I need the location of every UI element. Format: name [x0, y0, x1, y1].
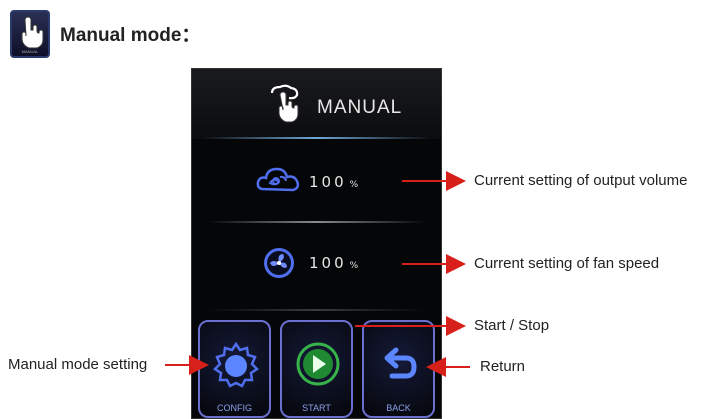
callout-output-volume: Current setting of output volume [474, 172, 688, 189]
callout-start-stop: Start / Stop [474, 317, 550, 334]
callout-fan-speed: Current setting of fan speed [474, 255, 660, 272]
callout-manual-setting: Manual mode setting [8, 356, 148, 373]
callout-return: Return [480, 358, 526, 375]
